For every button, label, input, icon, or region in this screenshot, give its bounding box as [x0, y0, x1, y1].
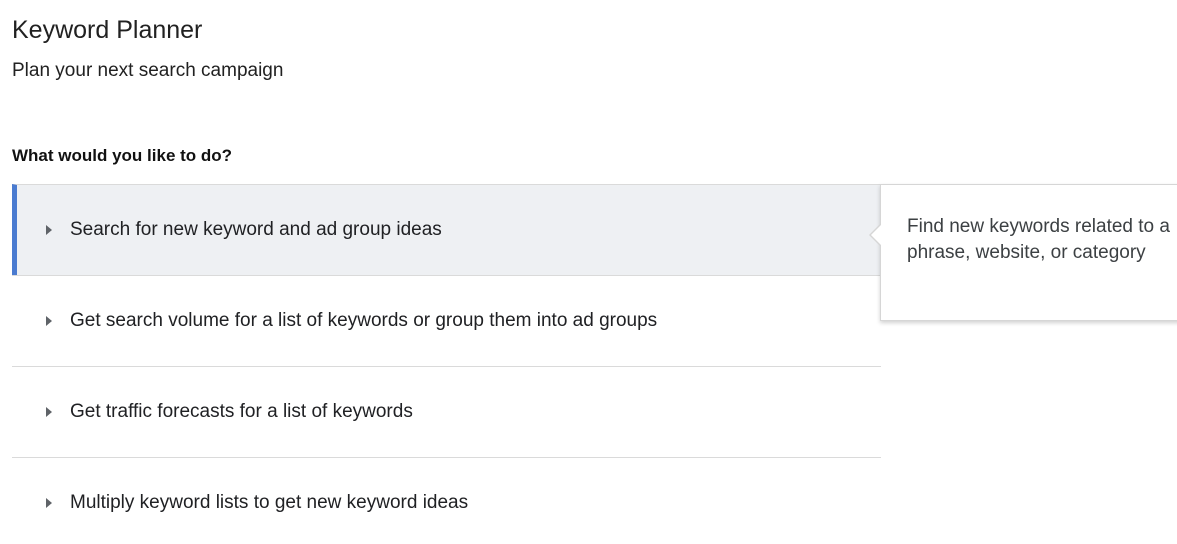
keyword-planner-page: Keyword Planner Plan your next search ca…: [0, 0, 1177, 544]
option-multiply-keyword-lists[interactable]: Multiply keyword lists to get new keywor…: [12, 457, 881, 544]
caret-right-icon: [46, 225, 52, 235]
page-subtitle: Plan your next search campaign: [12, 60, 284, 81]
tooltip-text: Find new keywords related to a phrase, w…: [907, 216, 1170, 263]
option-label: Multiply keyword lists to get new keywor…: [70, 492, 469, 513]
page-title: Keyword Planner: [12, 16, 203, 44]
option-label: Search for new keyword and ad group idea…: [70, 219, 442, 240]
option-get-traffic-forecasts[interactable]: Get traffic forecasts for a list of keyw…: [12, 366, 881, 457]
options-list: Search for new keyword and ad group idea…: [12, 184, 881, 544]
tooltip-arrow-fill: [871, 224, 882, 246]
option-label: Get search volume for a list of keywords…: [70, 310, 658, 331]
section-heading: What would you like to do?: [12, 146, 233, 165]
option-label: Get traffic forecasts for a list of keyw…: [70, 401, 413, 422]
caret-right-icon: [46, 498, 52, 508]
option-get-search-volume[interactable]: Get search volume for a list of keywords…: [12, 275, 881, 366]
option-description-tooltip: Find new keywords related to a phrase, w…: [869, 184, 1177, 321]
caret-right-icon: [46, 316, 52, 326]
caret-right-icon: [46, 407, 52, 417]
option-search-new-keywords[interactable]: Search for new keyword and ad group idea…: [12, 184, 881, 275]
